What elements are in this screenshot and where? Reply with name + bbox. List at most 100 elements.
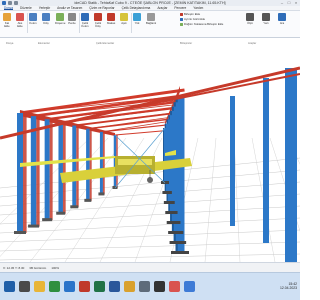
left-column bbox=[86, 128, 90, 201]
side-command-label: Düğüm Noktasına Birleşim Ekle bbox=[184, 22, 224, 26]
column-base-plate bbox=[166, 221, 181, 224]
column-base-plate bbox=[162, 191, 172, 194]
menu-tab-3[interactable]: Analiz ve Tasarım bbox=[57, 6, 82, 10]
maximize-icon[interactable]: □ bbox=[287, 1, 291, 5]
ribbon-right-button-1[interactable]: Yazı bbox=[262, 13, 270, 25]
menu-tab-2[interactable]: Yerleştir bbox=[39, 6, 50, 10]
menu-tab-0[interactable]: Dosya bbox=[4, 6, 14, 10]
wall-icon bbox=[68, 13, 76, 21]
command-icon bbox=[180, 18, 183, 21]
ribbon-button-label: Makas bbox=[107, 21, 116, 25]
left-column-web bbox=[102, 131, 105, 195]
menu-tab-7[interactable]: Pencere bbox=[174, 6, 186, 10]
clock-date: 12.04.2023 bbox=[280, 286, 297, 290]
view-mode: 3B Görünüm bbox=[29, 265, 47, 270]
beam-icon bbox=[42, 13, 50, 21]
browser-icon[interactable] bbox=[49, 281, 60, 292]
terminal-icon[interactable] bbox=[154, 281, 165, 292]
ribbon-button-8[interactable]: Makas bbox=[107, 13, 115, 25]
ground-grid-line bbox=[0, 137, 109, 257]
column-base-plate bbox=[70, 205, 79, 209]
ribbon-button-3[interactable]: Kiriş bbox=[42, 13, 50, 25]
side-command-1[interactable]: Ayrıntı Görüntüle bbox=[180, 18, 205, 21]
column-base-plate bbox=[169, 241, 187, 244]
dimension-icon bbox=[246, 13, 254, 21]
start-icon[interactable] bbox=[4, 281, 15, 292]
side-command-label: Birleşim Ekle bbox=[184, 12, 201, 16]
menu-tab-5[interactable]: Çelik Detaylandırma bbox=[122, 6, 151, 10]
ribbon-button-6[interactable]: Çelik Kolon bbox=[81, 13, 89, 28]
column-base-plate bbox=[163, 201, 175, 204]
left-column bbox=[72, 125, 77, 208]
ribbon-button-label-2: Ekle bbox=[17, 24, 23, 28]
structure-3d-view[interactable] bbox=[0, 38, 300, 263]
left-column bbox=[17, 113, 23, 233]
idecad-icon[interactable] bbox=[79, 281, 90, 292]
excel-icon[interactable] bbox=[94, 281, 105, 292]
ribbon-separator bbox=[27, 13, 28, 33]
purlin-icon bbox=[120, 13, 128, 21]
ground-grid-line bbox=[0, 241, 300, 252]
left-column-web bbox=[62, 122, 66, 214]
ribbon-right-button-label: Ölçü bbox=[247, 21, 253, 25]
window-controls: – □ × bbox=[280, 1, 298, 5]
left-column bbox=[44, 119, 50, 221]
ground-grid-line bbox=[0, 229, 300, 243]
ribbon-toolbar: Kat Ekle Aks Ekle Kolon Kiriş Döşeme Perde Çelik… bbox=[0, 11, 300, 45]
system-tray: 15:42 12.04.2023 bbox=[280, 282, 297, 290]
steel-beam-icon bbox=[94, 13, 102, 21]
column-base-plate bbox=[168, 231, 184, 234]
ribbon-button-5[interactable]: Perde bbox=[68, 13, 76, 25]
ribbon-button-label-2: Kiriş bbox=[95, 24, 101, 28]
ribbon-button-7[interactable]: Çelik Kiriş bbox=[94, 13, 102, 28]
side-command-0[interactable]: Birleşim Ekle bbox=[180, 13, 200, 16]
settings-icon[interactable] bbox=[139, 281, 150, 292]
ribbon-button-9[interactable]: Aşık bbox=[120, 13, 128, 25]
media-icon[interactable] bbox=[169, 281, 180, 292]
menu-tab-4[interactable]: Çizim ve Raporlar bbox=[89, 6, 114, 10]
mail-icon[interactable] bbox=[64, 281, 75, 292]
taskbar: 15:42 12.04.2023 bbox=[0, 272, 300, 300]
right-mid-column bbox=[230, 96, 235, 226]
menu-tab-6[interactable]: Araçlar bbox=[157, 6, 167, 10]
ribbon-button-4[interactable]: Döşeme bbox=[55, 13, 65, 25]
folder-icon[interactable] bbox=[124, 281, 135, 292]
column-base-plate bbox=[98, 192, 105, 196]
ribbon-button-0[interactable]: Kat Ekle bbox=[3, 13, 11, 28]
chat-icon[interactable] bbox=[184, 281, 195, 292]
side-command-2[interactable]: Düğüm Noktasına Birleşim Ekle bbox=[180, 23, 223, 26]
steel-column-icon bbox=[81, 13, 89, 21]
right-end-column bbox=[263, 78, 269, 243]
app-window: ideCAD Statik - TehtaKaf Cubo 9 - CTEÖE … bbox=[0, 0, 300, 300]
ribbon-button-11[interactable]: Bağlantı bbox=[146, 13, 156, 25]
ribbon-right-button-2[interactable]: Ara bbox=[278, 13, 286, 25]
3d-viewport[interactable] bbox=[0, 38, 300, 263]
ribbon-button-label: Kiriş bbox=[43, 21, 49, 25]
left-column bbox=[99, 131, 103, 195]
ribbon-button-label: Kolon bbox=[29, 21, 37, 25]
ribbon-button-10[interactable]: Yük bbox=[133, 13, 141, 25]
minimize-icon[interactable]: – bbox=[280, 1, 284, 5]
word-icon[interactable] bbox=[109, 281, 120, 292]
front-roof-truss-2 bbox=[149, 73, 300, 105]
column-base-plate bbox=[56, 211, 66, 215]
ribbon-button-label-2: Ekle bbox=[4, 24, 10, 28]
ribbon-button-label: Aşık bbox=[121, 21, 127, 25]
ribbon-separator bbox=[131, 13, 132, 33]
left-column-web bbox=[36, 116, 40, 227]
menu-tab-1[interactable]: Düzenle bbox=[20, 6, 32, 10]
add-floor-icon bbox=[3, 13, 11, 21]
ribbon-right-button-0[interactable]: Ölçü bbox=[246, 13, 254, 25]
explorer-icon[interactable] bbox=[34, 281, 45, 292]
text-icon bbox=[262, 13, 270, 21]
search-icon bbox=[278, 13, 286, 21]
close-icon[interactable]: × bbox=[294, 1, 298, 5]
zoom-level: 100% bbox=[51, 265, 59, 270]
menu-tab-8[interactable]: Yardım bbox=[193, 6, 203, 10]
left-column-web bbox=[89, 128, 92, 201]
right-column-flange bbox=[163, 128, 164, 183]
search-icon[interactable] bbox=[19, 281, 30, 292]
command-icon bbox=[180, 23, 183, 26]
ribbon-button-2[interactable]: Kolon bbox=[29, 13, 37, 25]
ribbon-button-1[interactable]: Aks Ekle bbox=[16, 13, 24, 28]
